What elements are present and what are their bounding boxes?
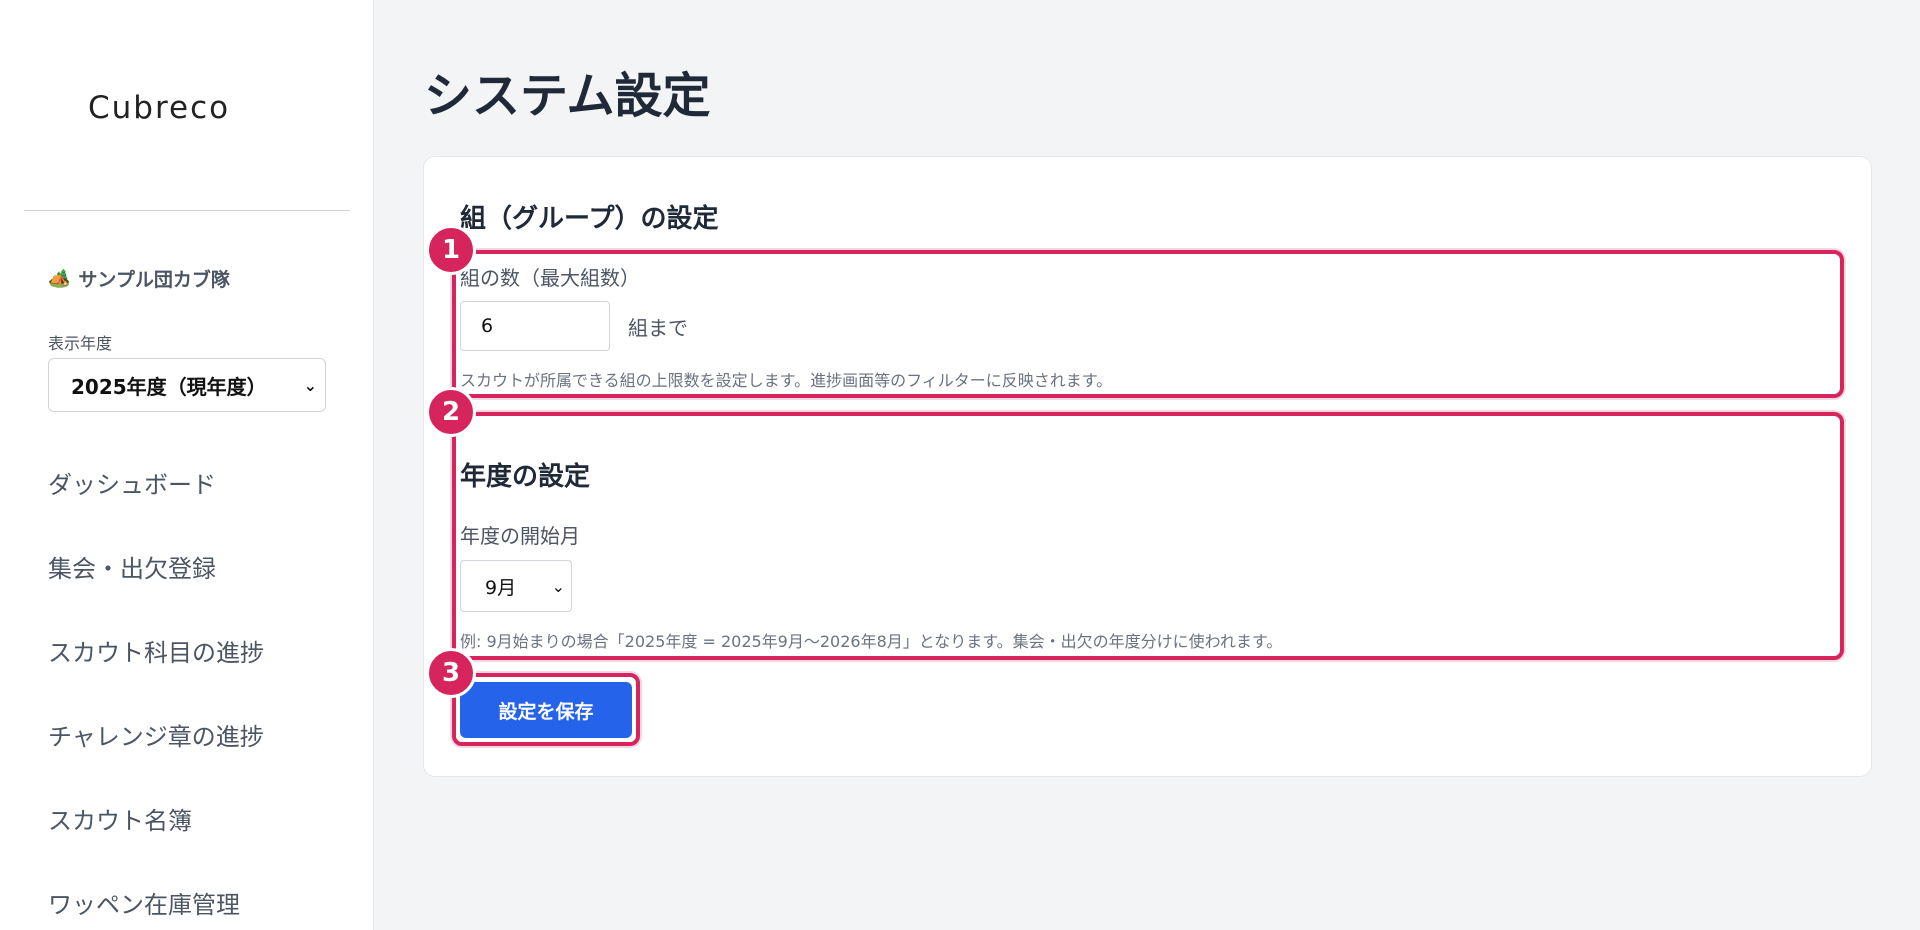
camp-icon: 🏕️ (48, 268, 71, 289)
group-section-title: 組（グループ）の設定 (460, 204, 719, 234)
app-logo[interactable]: Cubreco (88, 90, 230, 126)
troop-name-label: サンプル団カブ隊 (78, 269, 230, 291)
nav-item-roster[interactable]: スカウト名簿 (48, 801, 264, 885)
sidebar-divider (24, 210, 350, 211)
sidebar: Cubreco 🏕️ サンプル団カブ隊 表示年度 2025年度（現年度） ⌄ ダ… (0, 0, 374, 930)
annotation-badge-1: 1 (426, 225, 476, 275)
page-title: システム設定 (424, 68, 711, 124)
year-label: 表示年度 (48, 334, 113, 353)
highlight-box-2 (452, 412, 1844, 660)
highlight-box-1 (452, 250, 1844, 398)
annotation-badge-3: 3 (426, 648, 476, 698)
troop-name: 🏕️ サンプル団カブ隊 (48, 265, 230, 292)
sidebar-nav: ダッシュボード 集会・出欠登録 スカウト科目の進捗 チャレンジ章の進捗 スカウト… (48, 465, 264, 930)
nav-item-scout-subjects[interactable]: スカウト科目の進捗 (48, 633, 264, 717)
highlight-box-3 (452, 673, 640, 746)
nav-item-dashboard[interactable]: ダッシュボード (48, 465, 264, 549)
nav-item-patch-inventory[interactable]: ワッペン在庫管理 (48, 885, 264, 930)
nav-item-attendance[interactable]: 集会・出欠登録 (48, 549, 264, 633)
nav-item-challenge-badges[interactable]: チャレンジ章の進捗 (48, 717, 264, 801)
chevron-down-icon: ⌄ (303, 375, 317, 395)
year-select[interactable]: 2025年度（現年度） ⌄ (48, 358, 326, 412)
annotation-badge-2: 2 (426, 387, 476, 437)
year-select-value: 2025年度（現年度） (71, 374, 267, 399)
